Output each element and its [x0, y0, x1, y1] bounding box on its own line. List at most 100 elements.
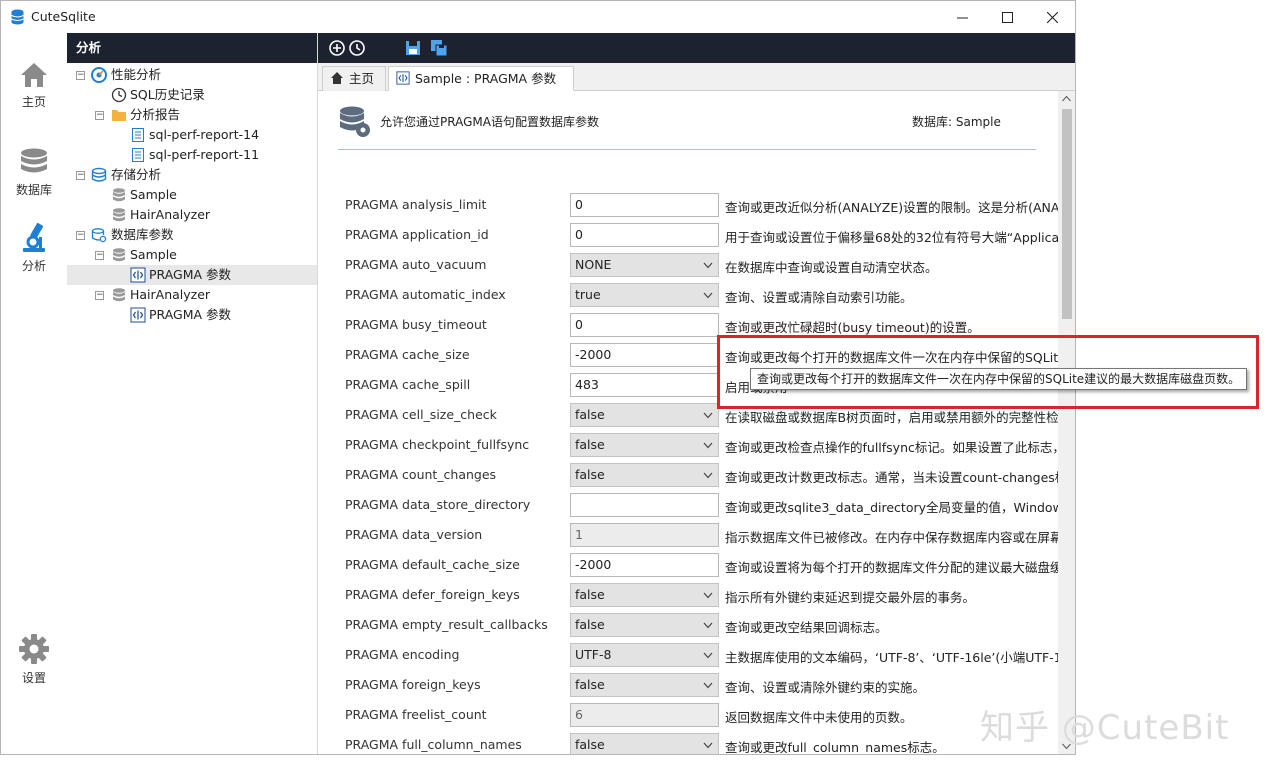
- pragma-value-input[interactable]: [570, 493, 719, 517]
- select-value: true: [575, 287, 601, 302]
- save-icon[interactable]: [404, 39, 422, 57]
- save-all-icon[interactable]: [430, 39, 448, 57]
- pragma-name-label: PRAGMA count_changes: [345, 467, 497, 482]
- scroll-thumb[interactable]: [1062, 109, 1072, 319]
- app-logo-icon: [11, 9, 24, 25]
- pragma-name-label: PRAGMA application_id: [345, 227, 489, 242]
- pragma-value-select[interactable]: true: [570, 283, 719, 307]
- rail-item-label: 分析: [21, 259, 46, 273]
- scroll-up-icon[interactable]: [1062, 95, 1071, 102]
- collapse-toggle-icon[interactable]: −: [95, 111, 104, 120]
- pragma-value-input[interactable]: -2000: [570, 343, 719, 367]
- collapse-toggle-icon[interactable]: −: [76, 171, 85, 180]
- toolbar: [318, 33, 1075, 63]
- add-icon[interactable]: [328, 39, 346, 57]
- report-icon: [132, 148, 144, 162]
- vertical-scrollbar[interactable]: [1058, 91, 1075, 754]
- collapse-toggle-icon[interactable]: −: [95, 291, 104, 300]
- pragma-icon: [130, 267, 146, 283]
- tree-node-db[interactable]: Sample: [67, 185, 317, 205]
- database-icon: [113, 188, 125, 202]
- tree-node-label: SQL历史记录: [130, 87, 205, 102]
- pragma-value-select[interactable]: false: [570, 433, 719, 457]
- maximize-button[interactable]: [984, 1, 1030, 33]
- pragma-value-input[interactable]: 0: [570, 223, 719, 247]
- tree-node-pragma-selected[interactable]: PRAGMA 参数: [67, 265, 317, 285]
- rail-item-analysis[interactable]: 分析: [1, 221, 67, 274]
- navigator-panel: 分析 − 性能分析 SQL历史记录 − 分析报告 sql-perf-report…: [67, 33, 318, 754]
- tab-pragma[interactable]: Sample : PRAGMA 参数: [388, 66, 574, 91]
- close-button[interactable]: [1029, 1, 1075, 33]
- tree-node-db-params[interactable]: − 数据库参数: [67, 225, 317, 245]
- tree-node-label: 数据库参数: [111, 227, 174, 242]
- database-icon: [21, 148, 47, 173]
- pragma-description: 查询或更改检查点操作的fullfsync标记。如果设置了此标志，则: [725, 440, 1058, 455]
- pragma-name-label: PRAGMA auto_vacuum: [345, 257, 487, 272]
- tree-node-db[interactable]: − Sample: [67, 245, 317, 265]
- chevron-down-icon: [703, 742, 713, 749]
- database-icon: [113, 208, 125, 222]
- tree-node-report[interactable]: sql-perf-report-14: [67, 125, 317, 145]
- select-value: NONE: [575, 257, 612, 272]
- pragma-value-input[interactable]: 0: [570, 193, 719, 217]
- minimize-button[interactable]: [939, 1, 985, 33]
- pragma-name-label: PRAGMA data_store_directory: [345, 497, 531, 512]
- pragma-icon: [130, 307, 146, 323]
- tree-node-report[interactable]: sql-perf-report-11: [67, 145, 317, 165]
- select-value: false: [575, 467, 605, 482]
- select-value: false: [575, 587, 605, 602]
- pragma-value-input[interactable]: 483: [570, 373, 719, 397]
- pragma-value-input[interactable]: 0: [570, 313, 719, 337]
- tree-node-sql-history[interactable]: SQL历史记录: [67, 85, 317, 105]
- pragma-value-select[interactable]: false: [570, 673, 719, 697]
- collapse-toggle-icon[interactable]: −: [95, 251, 104, 260]
- tree-node-db[interactable]: − HairAnalyzer: [67, 285, 317, 305]
- tree-node-label: PRAGMA 参数: [149, 267, 232, 282]
- tree-node-label: HairAnalyzer: [130, 207, 211, 222]
- tree-node-pragma[interactable]: PRAGMA 参数: [67, 305, 317, 325]
- chevron-down-icon: [703, 442, 713, 449]
- clock-icon: [111, 87, 127, 103]
- pragma-value-select[interactable]: UTF-8: [570, 643, 719, 667]
- rail-item-home[interactable]: 主页: [1, 61, 67, 110]
- pragma-name-label: PRAGMA checkpoint_fullfsync: [345, 437, 530, 452]
- pragma-value-select[interactable]: false: [570, 733, 719, 754]
- collapse-toggle-icon[interactable]: −: [76, 71, 85, 80]
- pragma-value-select[interactable]: false: [570, 403, 719, 427]
- microscope-icon: [23, 222, 45, 252]
- pragma-value-input[interactable]: -2000: [570, 553, 719, 577]
- collapse-toggle-icon[interactable]: −: [76, 231, 85, 240]
- pragma-value-readonly: 1: [570, 523, 719, 547]
- tree-node-label: 分析报告: [130, 107, 181, 122]
- pragma-name-label: PRAGMA data_version: [345, 527, 483, 542]
- tree-node-reports[interactable]: − 分析报告: [67, 105, 317, 125]
- rail-item-database[interactable]: 数据库: [1, 147, 67, 198]
- chevron-down-icon: [703, 412, 713, 419]
- folder-icon: [112, 110, 126, 121]
- rail-item-settings[interactable]: 设置: [1, 633, 67, 686]
- tree-node-performance[interactable]: − 性能分析: [67, 65, 317, 85]
- tab-label: Sample : PRAGMA 参数: [415, 71, 557, 86]
- pragma-value-select[interactable]: NONE: [570, 253, 719, 277]
- tree-node-db[interactable]: HairAnalyzer: [67, 205, 317, 225]
- pragma-description: 查询或设置将为每个打开的数据库文件分配的建议最大磁盘缓存: [725, 560, 1058, 575]
- pragma-value-select[interactable]: false: [570, 613, 719, 637]
- pragma-name-label: PRAGMA full_column_names: [345, 737, 522, 752]
- chevron-down-icon: [703, 472, 713, 479]
- pragma-description: 查询或更改计数更改标志。通常，当未设置count-changes标志: [725, 470, 1058, 485]
- pragma-name-label: PRAGMA encoding: [345, 647, 460, 662]
- tree-node-storage[interactable]: − 存储分析: [67, 165, 317, 185]
- gear-icon: [19, 634, 49, 664]
- pragma-form: 允许您通过PRAGMA语句配置数据库参数 数据库: Sample PRAGMA …: [318, 91, 1058, 754]
- pragma-name-label: PRAGMA analysis_limit: [345, 197, 487, 212]
- select-value: false: [575, 437, 605, 452]
- pragma-value-select[interactable]: false: [570, 463, 719, 487]
- pragma-description: 查询或更改忙碌超时(busy timeout)的设置。: [725, 320, 980, 335]
- history-icon[interactable]: [348, 39, 366, 57]
- performance-icon: [91, 67, 107, 83]
- tree-node-label: Sample: [130, 247, 177, 262]
- tab-home[interactable]: 主页: [322, 66, 386, 91]
- pragma-value-select[interactable]: false: [570, 583, 719, 607]
- pragma-name-label: PRAGMA cache_spill: [345, 377, 471, 392]
- database-icon: [113, 288, 125, 302]
